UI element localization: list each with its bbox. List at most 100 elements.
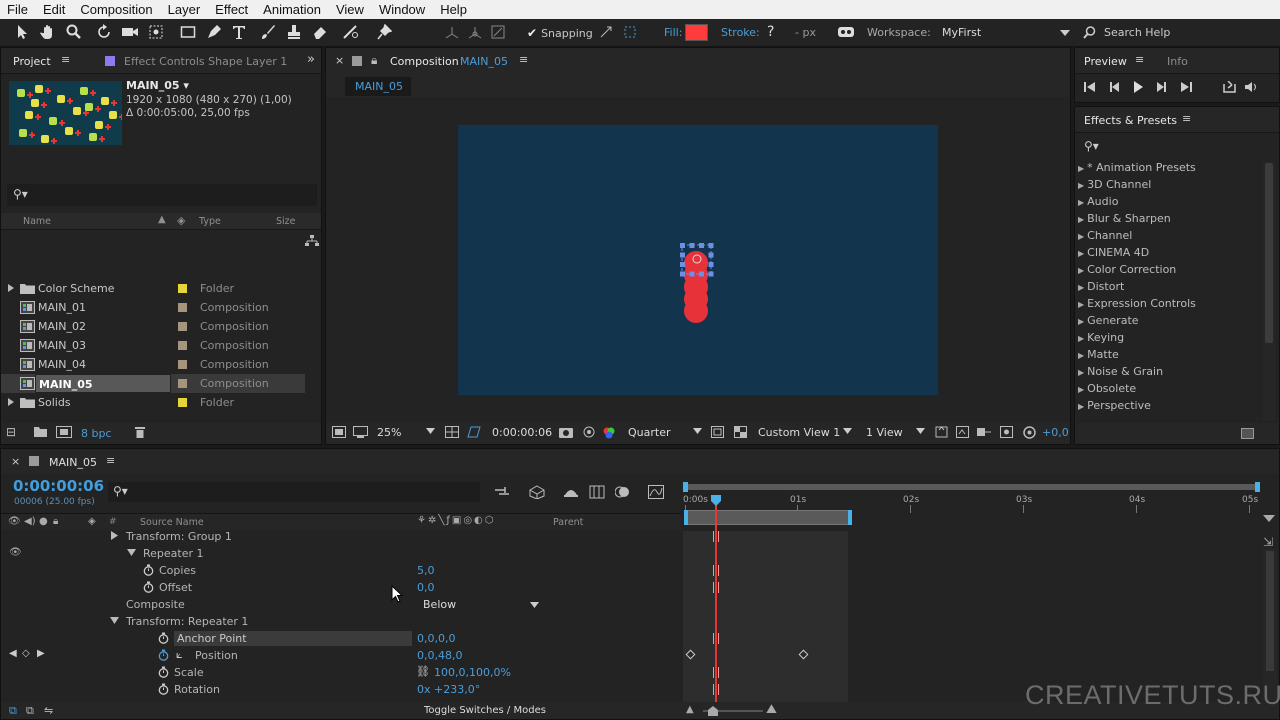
panel-menu-icon[interactable]: ≡	[1135, 53, 1144, 66]
tab-preview[interactable]: Preview	[1084, 55, 1127, 68]
constrain-proportions-icon[interactable]: ⛓︎	[416, 665, 430, 678]
hand-tool-icon[interactable]	[38, 22, 58, 42]
composite-select[interactable]: Below	[423, 598, 456, 611]
motion-blur-icon[interactable]	[615, 485, 631, 499]
project-item-name[interactable]: MAIN_03	[38, 339, 86, 352]
zoom-in-icon[interactable]: ⛰︎	[766, 702, 777, 717]
label-color-swatch[interactable]	[178, 341, 187, 350]
work-area-bar[interactable]	[686, 510, 851, 525]
zoom-select[interactable]: 25%	[377, 426, 401, 439]
column-type[interactable]: Type	[199, 216, 221, 227]
effects-category[interactable]: ▶ Distort	[1078, 280, 1124, 293]
transform-handle[interactable]	[680, 252, 685, 258]
project-item-name[interactable]: MAIN_04	[38, 358, 86, 371]
workspace-dropdown-icon[interactable]	[1060, 29, 1070, 37]
first-frame-icon[interactable]	[1083, 81, 1097, 93]
comp-canvas[interactable]	[458, 125, 938, 395]
panel-menu-icon[interactable]: ≡	[519, 53, 528, 66]
new-folder-icon[interactable]	[34, 426, 47, 437]
layer-property-row[interactable]: Copies 5,0	[1, 562, 681, 579]
bit-depth-button[interactable]: 8 bpc	[81, 427, 112, 440]
twirl-arrow-icon[interactable]	[110, 531, 119, 540]
column-name[interactable]: Name	[23, 216, 51, 227]
brush-tool-icon[interactable]	[258, 22, 278, 42]
panel-menu-icon[interactable]: ≡	[1182, 112, 1191, 125]
effects-category[interactable]: ▶ Generate	[1078, 314, 1139, 327]
video-toggle-icon[interactable]: 👁︎	[8, 516, 21, 527]
local-axis-icon[interactable]	[442, 22, 462, 42]
last-frame-icon[interactable]	[1179, 81, 1193, 93]
draft-3d-icon[interactable]	[529, 485, 545, 499]
graph-editor-icon[interactable]	[648, 485, 664, 499]
rectangle-tool-icon[interactable]	[178, 22, 198, 42]
tab-project[interactable]: Project	[13, 55, 51, 68]
project-item-name[interactable]: Color Scheme	[38, 282, 114, 295]
menu-composition[interactable]: Composition	[73, 2, 160, 17]
layer-property-row[interactable]: Transform: Repeater 1	[1, 613, 681, 630]
comp-marker-bin-icon[interactable]: ⇲	[1263, 535, 1273, 549]
color-channels-icon[interactable]	[602, 426, 616, 439]
clone-stamp-tool-icon[interactable]	[284, 22, 304, 42]
property-value[interactable]: 0x +233,0°	[417, 683, 480, 696]
expand-arrow-icon[interactable]: ▶	[1078, 181, 1084, 190]
expand-arrow-icon[interactable]: ▶	[1078, 249, 1084, 258]
transparency-grid-icon[interactable]	[734, 426, 747, 438]
label-color-swatch[interactable]	[178, 398, 187, 407]
twirl-arrow-icon[interactable]	[127, 548, 136, 557]
project-item-row[interactable]: MAIN_05 Composition	[1, 374, 305, 393]
property-value[interactable]: 0,0	[417, 581, 435, 594]
snapping-toggle[interactable]: ✔ Snapping	[527, 26, 593, 40]
menu-help[interactable]: Help	[433, 2, 475, 17]
label-color-swatch[interactable]	[178, 303, 187, 312]
expand-arrow-icon[interactable]: ▶	[1078, 232, 1084, 241]
project-item-row[interactable]: MAIN_03 Composition	[1, 336, 305, 355]
previous-frame-icon[interactable]	[1107, 81, 1121, 93]
expand-arrow-icon[interactable]	[7, 283, 15, 293]
zoom-slider-thumb[interactable]	[708, 706, 718, 716]
expand-arrow-icon[interactable]: ▶	[1078, 215, 1084, 224]
expand-arrow-icon[interactable]: ▶	[1078, 368, 1084, 377]
property-value[interactable]: 0,0,48,0	[417, 649, 462, 662]
layer-property-row[interactable]: Scale ⛓︎ 100,0,100,0%	[1, 664, 681, 681]
toggle-pixel-aspect-icon[interactable]	[935, 426, 948, 438]
label-color-swatch[interactable]	[178, 284, 187, 293]
layer-property-row[interactable]: Anchor Point 0,0,0,0	[1, 630, 681, 647]
monitor-icon[interactable]	[353, 426, 368, 438]
view-dropdown-icon[interactable]	[843, 428, 852, 434]
time-navigator[interactable]	[683, 479, 1263, 492]
stopwatch-icon[interactable]	[158, 649, 169, 661]
effects-scrollbar[interactable]	[1263, 161, 1275, 421]
effects-category[interactable]: ▶ Noise & Grain	[1078, 365, 1163, 378]
column-size[interactable]: Size	[276, 216, 296, 227]
puppet-pin-tool-icon[interactable]	[374, 22, 394, 42]
expand-arrow-icon[interactable]: ▶	[1078, 300, 1084, 309]
layer-duration-bar[interactable]	[683, 531, 848, 703]
menu-animation[interactable]: Animation	[256, 2, 329, 17]
effects-category[interactable]: ▶ Channel	[1078, 229, 1132, 242]
tab-effect-controls[interactable]: Effect Controls Shape Layer 1	[124, 55, 287, 68]
safe-zones-icon[interactable]	[445, 426, 459, 438]
eraser-tool-icon[interactable]	[310, 22, 330, 42]
lock-icon[interactable]	[352, 56, 362, 66]
effects-category[interactable]: ▶ Color Correction	[1078, 263, 1176, 276]
layer-property-row[interactable]: Transform: Group 1	[1, 528, 681, 545]
project-item-name[interactable]: MAIN_02	[38, 320, 86, 333]
effects-category[interactable]: ▶ * Animation Presets	[1078, 161, 1196, 174]
label-color-swatch[interactable]	[178, 379, 187, 388]
expand-arrow-icon[interactable]	[7, 397, 15, 407]
views-dropdown-icon[interactable]	[916, 428, 925, 434]
snap-features-icon[interactable]	[620, 22, 640, 42]
project-item-name[interactable]: MAIN_05	[35, 374, 171, 393]
zoom-out-icon[interactable]: ▲	[686, 704, 694, 715]
effects-category[interactable]: ▶ 3D Channel	[1078, 178, 1151, 191]
switches-icons[interactable]: ⚘✲╲ƒ▣◎◐⬡	[417, 515, 496, 526]
pen-tool-icon[interactable]	[204, 22, 224, 42]
effects-category[interactable]: ▶ Expression Controls	[1078, 297, 1196, 310]
mask-visibility-icon[interactable]	[467, 426, 481, 438]
camera-snapshot-icon[interactable]	[559, 426, 573, 438]
project-item-row[interactable]: MAIN_01 Composition	[1, 298, 305, 317]
transform-handle[interactable]	[708, 271, 714, 277]
type-tool-icon[interactable]	[229, 22, 249, 42]
transform-handle[interactable]	[689, 271, 695, 277]
world-axis-icon[interactable]	[465, 22, 485, 42]
